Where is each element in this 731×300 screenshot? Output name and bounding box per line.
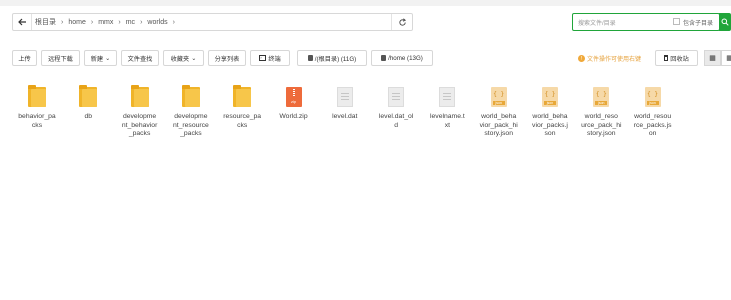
file-item[interactable]: { } json world_resou rce_packs.js on [628, 84, 678, 139]
file-item[interactable]: resource_pa cks [217, 84, 267, 130]
disk-home-label: /home (13G) [388, 54, 423, 62]
disk-icon [381, 55, 387, 61]
file-item[interactable]: behavior_pa cks [12, 84, 62, 130]
file-name: level.dat_ol d [378, 113, 414, 129]
json-file-icon: { } json [474, 84, 524, 110]
file-name: world_beha vior_packs.j son [532, 113, 568, 137]
file-name: behavior_pa cks [18, 113, 56, 129]
file-item[interactable]: db [63, 84, 113, 122]
search-input[interactable]: 搜索文件/目录 [578, 18, 616, 27]
breadcrumb-item-mmx[interactable]: mmx [98, 19, 113, 26]
text-file-icon [422, 84, 472, 110]
file-name: World.zip [279, 113, 308, 120]
search-box[interactable]: 搜索文件/目录 包含子目录 [572, 13, 731, 31]
file-name: db [84, 113, 93, 120]
file-name: world_beha vior_pack_hi story.json [479, 113, 518, 137]
json-file-icon: { } json [576, 84, 626, 110]
context-menu-tip: ! 文件操作可使用右键 [578, 54, 641, 63]
search-button[interactable] [719, 13, 731, 31]
chevron-down-icon: ⌄ [191, 54, 197, 62]
top-strip [0, 0, 731, 6]
chevron-down-icon: ⌄ [105, 54, 111, 62]
file-item[interactable]: levelname.t xt [422, 84, 472, 130]
file-item[interactable]: { } json world_beha vior_packs.j son [525, 84, 575, 139]
file-item[interactable]: developme nt_behavior _packs [115, 84, 165, 139]
search-icon [721, 18, 729, 26]
disk-home-button[interactable]: /home (13G) [371, 50, 433, 66]
file-item[interactable]: { } json world_beha vior_pack_hi story.jso… [474, 84, 524, 139]
folder-icon [115, 84, 165, 110]
json-file-icon: { } json [525, 84, 575, 110]
grid-view-icon[interactable]: ▦ [704, 50, 721, 66]
disk-root-label: /(根目录) (11G) [314, 55, 357, 63]
trash-icon [664, 55, 669, 61]
terminal-button[interactable]: › 终端 [250, 50, 290, 66]
file-name: developme nt_resource _packs [172, 113, 209, 137]
file-name: resource_pa cks [223, 113, 262, 129]
terminal-icon: › [259, 55, 267, 61]
recycle-bin-button[interactable]: 回收站 [655, 50, 698, 66]
file-item[interactable]: developme nt_resource _packs [166, 84, 216, 139]
breadcrumb: 根目录 › home › mmx › mc › worlds › [35, 14, 175, 30]
new-button[interactable]: 新建 ⌄ [84, 50, 117, 66]
folder-icon [217, 84, 267, 110]
zip-file-icon: zip [269, 84, 319, 110]
address-bar[interactable]: 根目录 › home › mmx › mc › worlds › [12, 13, 413, 31]
folder-icon [166, 84, 216, 110]
folder-icon [12, 84, 62, 110]
disk-icon [307, 55, 313, 61]
share-list-button[interactable]: 分享列表 [208, 50, 246, 66]
include-subdir-checkbox[interactable] [673, 18, 680, 25]
list-view-icon[interactable]: ▦ [721, 50, 731, 66]
breadcrumb-item-worlds[interactable]: worlds [147, 19, 167, 26]
chevron-right-icon: › [61, 18, 64, 26]
file-item[interactable]: level.dat [320, 84, 370, 122]
chevron-right-icon: › [90, 18, 94, 26]
file-name: developme nt_behavior _packs [121, 113, 158, 137]
include-subdir-label: 包含子目录 [683, 21, 714, 27]
json-file-icon: { } json [628, 84, 678, 110]
text-file-icon [371, 84, 421, 110]
file-item[interactable]: level.dat_ol d [371, 84, 421, 130]
terminal-button-label: 终端 [268, 55, 281, 63]
remote-download-button[interactable]: 远程下载 [41, 50, 80, 66]
file-name: level.dat [332, 113, 358, 120]
file-item[interactable]: { } json world_reso urce_pack_hi story.jso… [576, 84, 626, 139]
warning-icon: ! [578, 55, 585, 62]
favorites-button-label: 收藏夹 [170, 55, 190, 63]
breadcrumb-item-home[interactable]: home [68, 19, 86, 26]
breadcrumb-item-root[interactable]: 根目录 [35, 17, 56, 27]
context-menu-tip-text: 文件操作可使用右键 [587, 57, 642, 63]
disk-root-button[interactable]: /(根目录) (11G) [297, 50, 367, 66]
file-name: world_reso urce_pack_hi story.json [581, 113, 622, 137]
new-button-label: 新建 [90, 55, 104, 63]
upload-button[interactable]: 上传 [12, 50, 37, 66]
folder-icon [63, 84, 113, 110]
refresh-icon[interactable] [391, 14, 412, 30]
breadcrumb-item-mc[interactable]: mc [126, 19, 135, 26]
favorites-button[interactable]: 收藏夹 ⌄ [163, 50, 204, 66]
file-name: levelname.t xt [430, 113, 465, 129]
chevron-right-icon: › [172, 18, 175, 26]
text-file-icon [320, 84, 370, 110]
file-name: world_resou rce_packs.js on [633, 113, 672, 137]
chevron-right-icon: › [140, 18, 143, 26]
file-item[interactable]: zip World.zip [269, 84, 319, 122]
back-arrow-icon[interactable] [13, 14, 32, 30]
recycle-bin-label: 回收站 [670, 55, 689, 63]
file-search-button[interactable]: 文件查找 [121, 50, 159, 66]
chevron-right-icon: › [118, 18, 121, 26]
